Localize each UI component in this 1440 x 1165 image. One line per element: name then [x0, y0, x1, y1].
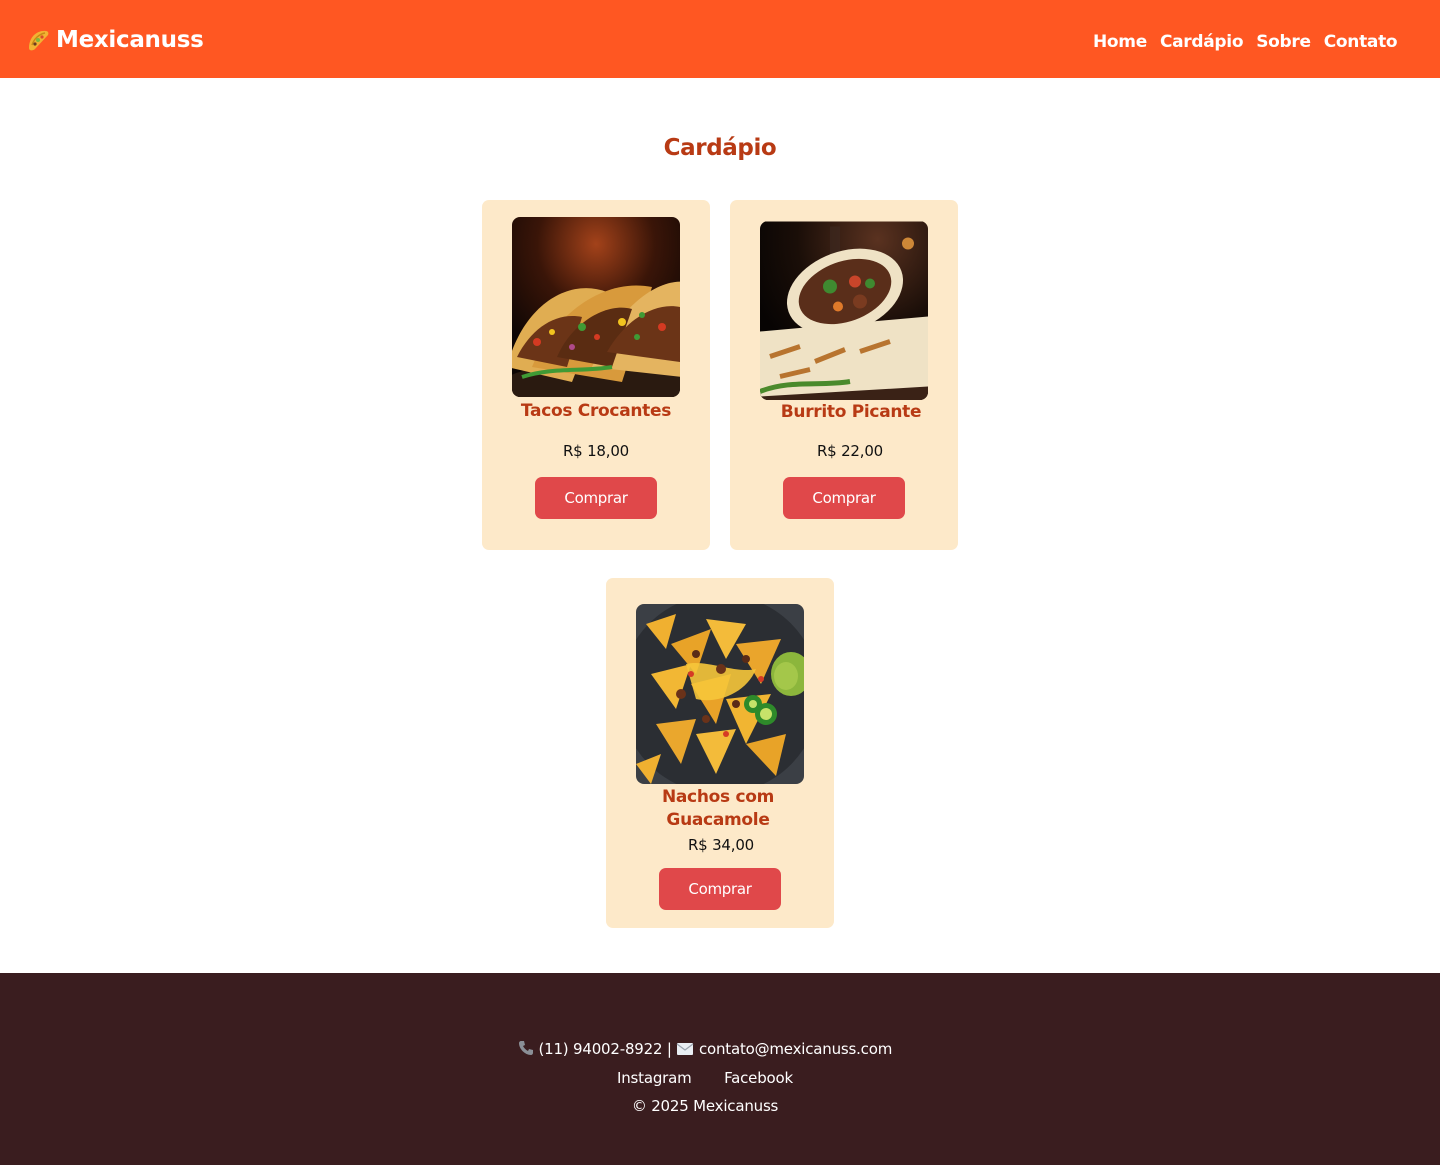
buy-button-tacos[interactable]: Comprar: [535, 477, 657, 519]
phone-icon: [518, 1041, 533, 1055]
brand-name: Mexicanuss: [56, 27, 204, 53]
tacos-photo: [512, 217, 680, 397]
envelope-icon: [676, 1043, 694, 1055]
menu-card-burrito: Burrito Picante R$ 22,00 Comprar: [730, 200, 958, 550]
item-price: R$ 22,00: [816, 442, 884, 460]
item-name: Nachos com Guacamole: [661, 787, 775, 830]
item-name: Burrito Picante: [780, 402, 922, 422]
instagram-link[interactable]: Instagram: [617, 1069, 692, 1087]
main-nav: Home Cardápio Sobre Contato: [1093, 29, 1410, 55]
menu-card-nachos: Nachos com Guacamole R$ 34,00 Comprar: [606, 578, 834, 928]
buy-button-nachos[interactable]: Comprar: [659, 868, 781, 910]
nachos-photo: [636, 604, 804, 784]
site-header: Mexicanuss Home Cardápio Sobre Contato: [0, 0, 1440, 78]
item-name: Tacos Crocantes: [520, 401, 672, 421]
section-title: Cardápio: [663, 135, 777, 161]
burrito-photo: [760, 221, 928, 400]
phone-number[interactable]: (11) 94002-8922: [538, 1040, 662, 1058]
nav-sobre-link[interactable]: Sobre: [1256, 29, 1311, 55]
copyright: © 2025 Mexicanuss: [631, 1097, 779, 1115]
nav-cardapio-link[interactable]: Cardápio: [1160, 29, 1244, 55]
item-price: R$ 34,00: [687, 836, 755, 854]
brand[interactable]: Mexicanuss: [26, 24, 204, 56]
social-links: Instagram Facebook: [0, 1067, 1410, 1089]
facebook-link[interactable]: Facebook: [724, 1069, 793, 1087]
menu-card-tacos: Tacos Crocantes R$ 18,00 Comprar: [482, 200, 710, 550]
contact-line: (11) 94002-8922 | contato@mexicanuss.com: [0, 1038, 1410, 1060]
buy-button-burrito[interactable]: Comprar: [783, 477, 905, 519]
item-price: R$ 18,00: [562, 442, 630, 460]
nav-home-link[interactable]: Home: [1093, 29, 1147, 55]
contact-separator: |: [666, 1040, 672, 1058]
taco-icon: [29, 30, 49, 51]
email-address[interactable]: contato@mexicanuss.com: [699, 1040, 892, 1058]
site-footer: (11) 94002-8922 | contato@mexicanuss.com…: [0, 973, 1440, 1165]
nav-contato-link[interactable]: Contato: [1324, 29, 1398, 55]
